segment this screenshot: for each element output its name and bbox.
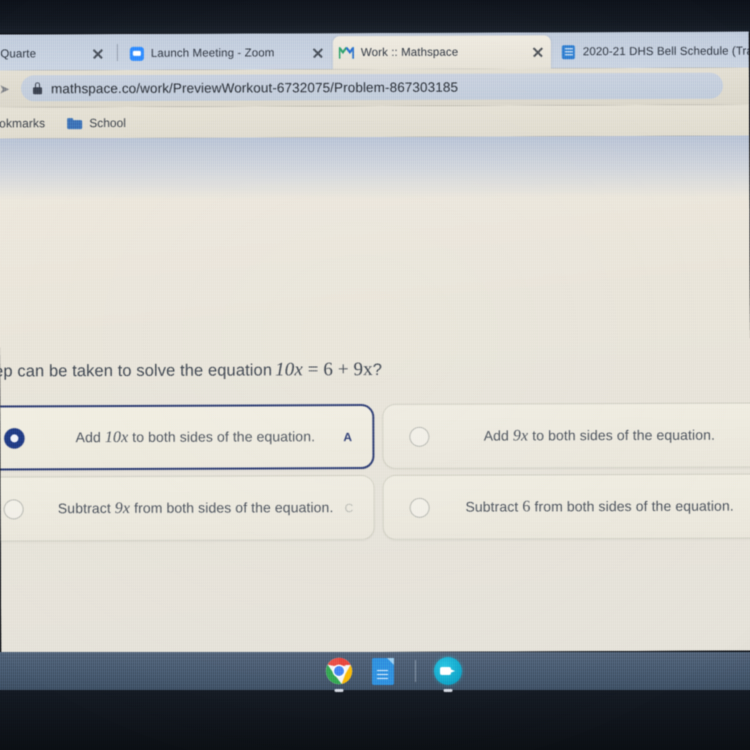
google-docs-favicon (561, 44, 576, 59)
answer-option-b[interactable]: Add 9x to both sides of the equation. (382, 402, 750, 469)
close-icon[interactable] (311, 46, 325, 60)
page-content: ep can be taken to solve the equation 10x… (0, 135, 750, 654)
answer-option-label: Subtract 9x from both sides of the equat… (24, 499, 374, 518)
tab-title: 2020-21 DHS Bell Schedule (Tra (582, 45, 750, 58)
google-docs-icon[interactable] (368, 656, 398, 686)
tab-strip: 1, Kocher Quarte Launch Meeting - Zoom (0, 31, 750, 71)
bookmarks-overflow-label[interactable]: okmarks (0, 116, 45, 130)
screen-bezel-bottom (0, 690, 750, 750)
option-text-after: from both sides of the equation. (530, 497, 734, 514)
option-math-value: 9x (512, 426, 529, 444)
zoom-icon[interactable] (433, 656, 463, 692)
browser-window: 1, Kocher Quarte Launch Meeting - Zoom (0, 31, 750, 654)
answer-options-grid: Add 10x to both sides of the equation. A… (0, 402, 750, 542)
option-math-value: 6 (522, 497, 531, 515)
option-math-value: 9x (114, 499, 131, 517)
tab-title: Work :: Mathspace (360, 46, 459, 59)
question-text: ep can be taken to solve the equation (0, 361, 273, 381)
option-text-before: Add (483, 426, 513, 444)
question-suffix: ? (372, 360, 383, 380)
option-letter-badge: C (344, 500, 354, 515)
taskbar (0, 652, 750, 692)
answer-option-label: Subtract 6 from both sides of the equati… (430, 497, 750, 516)
tab-launch-meeting-zoom[interactable]: Launch Meeting - Zoom (123, 36, 331, 70)
radio-button[interactable] (409, 426, 430, 447)
answer-option-a[interactable]: Add 10x to both sides of the equation. A (0, 404, 375, 471)
zoom-favicon (129, 46, 144, 61)
option-math: 9x (513, 427, 528, 444)
page-header-gradient (0, 135, 750, 201)
close-icon[interactable] (91, 47, 105, 61)
bookmarks-bar: okmarks School (0, 104, 750, 139)
address-bar[interactable]: mathspace.co/work/PreviewWorkout-6732075… (20, 72, 724, 102)
answer-option-d[interactable]: Subtract 6 from both sides of the equati… (382, 473, 750, 540)
shelf-divider (414, 660, 416, 682)
option-text-after: to both sides of the equation. (128, 427, 316, 445)
bookmark-folder-school[interactable]: School (67, 115, 126, 129)
question-prompt: ep can be taken to solve the equation 10x… (0, 359, 382, 382)
answer-option-label: Add 9x to both sides of the equation. (429, 426, 750, 445)
equation-rhs: 6 + 9x (323, 359, 373, 381)
option-text-after: to both sides of the equation. (528, 426, 716, 443)
option-text-before: Subtract (57, 499, 115, 516)
toolbar: ➤ mathspace.co/work/PreviewWorkout-67320… (0, 67, 750, 108)
answer-option-label: Add 10x to both sides of the equation. (24, 428, 372, 447)
option-letter-badge: A (343, 429, 353, 444)
tab-work-mathspace[interactable]: Work :: Mathspace (332, 35, 551, 70)
option-text-before: Add (75, 428, 105, 445)
nav-buttons-cropped[interactable]: ➤ (0, 81, 15, 97)
option-math: 6 (522, 498, 530, 515)
question-equation: 10x = 6 + 9x (272, 359, 373, 380)
tab-divider (116, 43, 118, 61)
address-bar-url: mathspace.co/work/PreviewWorkout-6732075… (50, 79, 459, 96)
mathspace-favicon (338, 45, 354, 60)
running-indicator (443, 689, 452, 692)
answer-option-c[interactable]: Subtract 9x from both sides of the equat… (0, 475, 375, 542)
tab-dhs-bell-schedule[interactable]: 2020-21 DHS Bell Schedule (Tra (555, 34, 750, 68)
option-text-after: from both sides of the equation. (130, 498, 334, 516)
folder-icon (67, 117, 82, 129)
screen-bezel-top (0, 0, 750, 33)
tab-kocher-quarter[interactable]: 1, Kocher Quarte (0, 37, 111, 71)
option-math: 10x (105, 428, 128, 445)
equation-operator: = (307, 359, 319, 381)
equation-lhs: 10x (275, 359, 303, 381)
radio-button[interactable] (4, 427, 25, 448)
bookmark-label: School (89, 115, 126, 130)
radio-button[interactable] (409, 497, 430, 518)
lock-icon (33, 82, 42, 94)
tab-title: Launch Meeting - Zoom (150, 46, 275, 60)
option-text-before: Subtract (465, 497, 523, 515)
option-math: 9x (115, 499, 130, 516)
chrome-icon[interactable] (324, 656, 354, 692)
option-math-value: 10x (104, 428, 129, 446)
close-icon[interactable] (531, 45, 545, 59)
tab-title: 1, Kocher Quarte (0, 47, 37, 60)
radio-button[interactable] (3, 498, 24, 519)
running-indicator (334, 689, 343, 692)
